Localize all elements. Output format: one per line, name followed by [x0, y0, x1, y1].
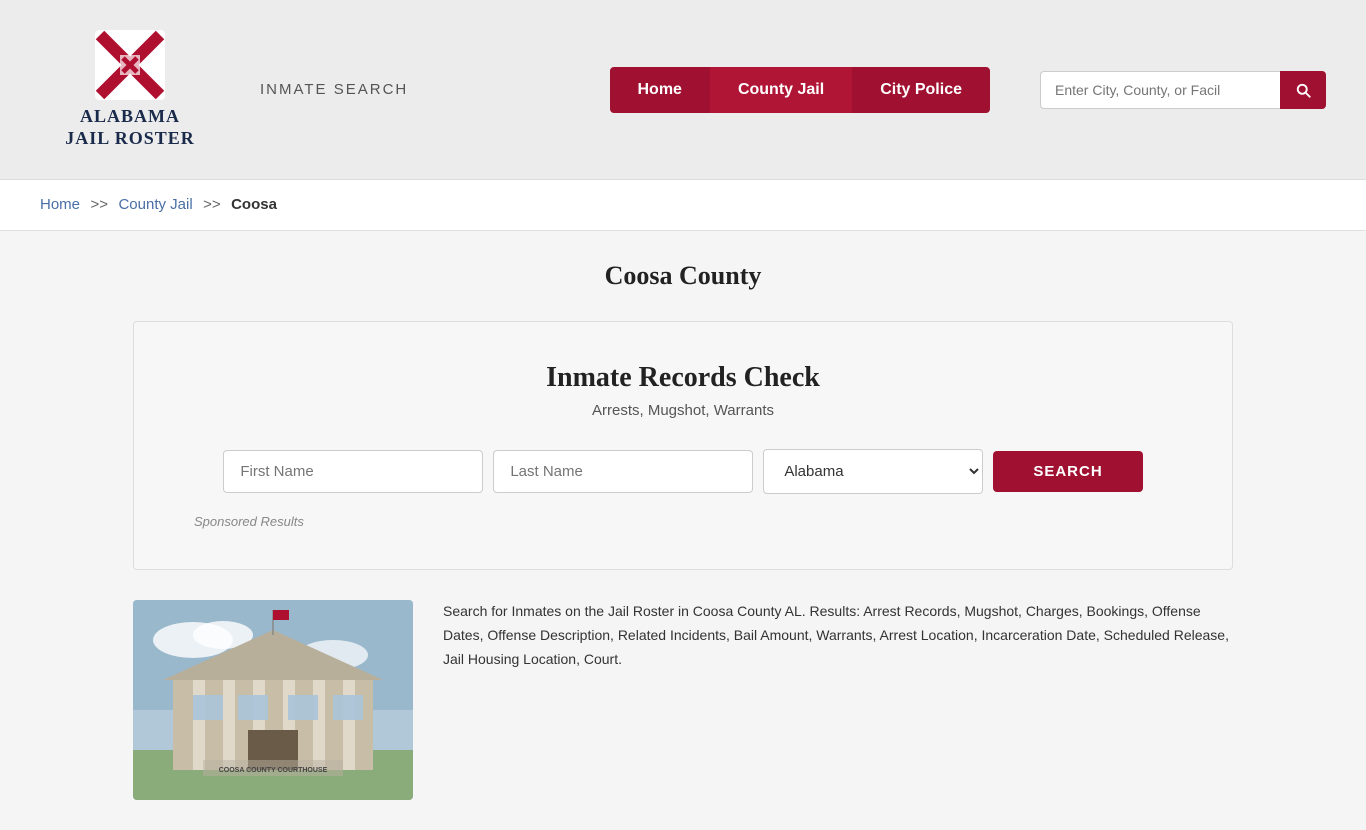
search-icon	[1294, 81, 1312, 99]
bottom-section: COOSA COUNTY COURTHOUSE Search for Inmat…	[133, 600, 1233, 800]
breadcrumb-county-jail-link[interactable]: County Jail	[118, 196, 192, 213]
courthouse-svg: COOSA COUNTY COURTHOUSE	[133, 600, 413, 800]
main-content: Coosa County Inmate Records Check Arrest…	[0, 231, 1366, 830]
site-header: ALABAMA JAIL ROSTER INMATE SEARCH Home C…	[0, 0, 1366, 180]
header-search-button[interactable]	[1280, 71, 1326, 109]
logo-icon	[95, 30, 165, 100]
description-text: Search for Inmates on the Jail Roster in…	[443, 600, 1233, 671]
sponsored-results-label: Sponsored Results	[194, 514, 1172, 529]
inmate-search-label: INMATE SEARCH	[260, 81, 408, 98]
search-form-button[interactable]: SEARCH	[993, 451, 1142, 492]
breadcrumb: Home >> County Jail >> Coosa	[0, 180, 1366, 231]
logo-text: ALABAMA JAIL ROSTER	[65, 106, 195, 149]
records-check-box: Inmate Records Check Arrests, Mugshot, W…	[133, 321, 1233, 570]
header-search-input[interactable]	[1040, 71, 1280, 109]
records-subtitle: Arrests, Mugshot, Warrants	[194, 402, 1172, 419]
page-title: Coosa County	[40, 261, 1326, 291]
svg-text:COOSA COUNTY COURTHOUSE: COOSA COUNTY COURTHOUSE	[219, 767, 328, 774]
header-search-area	[1040, 71, 1326, 109]
nav-home-button[interactable]: Home	[610, 67, 710, 113]
breadcrumb-sep2: >>	[203, 196, 221, 213]
records-title: Inmate Records Check	[194, 362, 1172, 394]
nav-city-police-button[interactable]: City Police	[852, 67, 990, 113]
nav-county-jail-button[interactable]: County Jail	[710, 67, 852, 113]
breadcrumb-sep1: >>	[90, 196, 108, 213]
courthouse-image: COOSA COUNTY COURTHOUSE	[133, 600, 413, 800]
last-name-input[interactable]	[493, 450, 753, 493]
state-select[interactable]: Alabama Alaska Arizona Arkansas Californ…	[763, 449, 983, 494]
breadcrumb-home-link[interactable]: Home	[40, 196, 80, 213]
logo-area: ALABAMA JAIL ROSTER	[40, 30, 220, 149]
breadcrumb-current: Coosa	[231, 196, 277, 213]
inmate-search-form: Alabama Alaska Arizona Arkansas Californ…	[194, 449, 1172, 494]
first-name-input[interactable]	[223, 450, 483, 493]
header-nav: Home County Jail City Police	[610, 67, 991, 113]
